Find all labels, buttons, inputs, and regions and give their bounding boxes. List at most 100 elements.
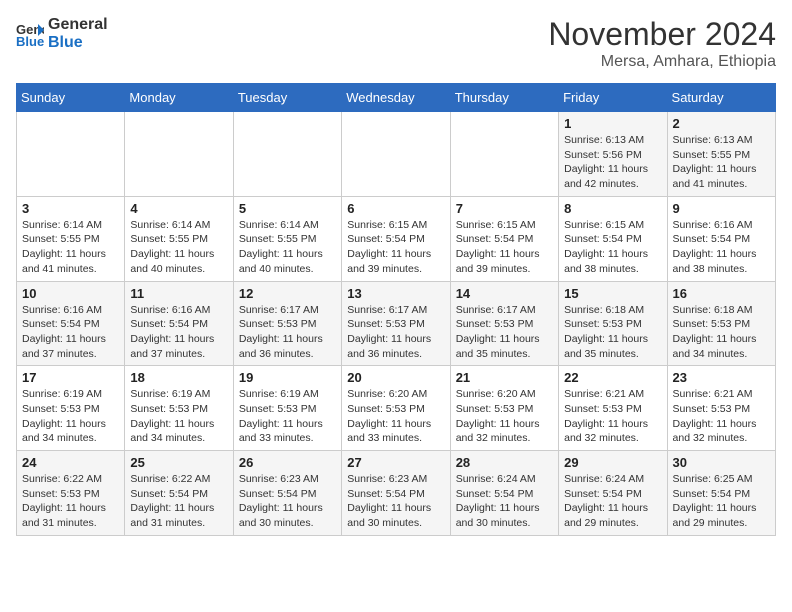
- day-info: Sunrise: 6:19 AM Sunset: 5:53 PM Dayligh…: [130, 387, 227, 446]
- calendar-cell: 2 Sunrise: 6:13 AM Sunset: 5:55 PM Daylig…: [667, 112, 775, 197]
- day-info: Sunrise: 6:16 AM Sunset: 5:54 PM Dayligh…: [130, 303, 227, 362]
- day-number: 16: [673, 286, 770, 301]
- day-info: Sunrise: 6:20 AM Sunset: 5:53 PM Dayligh…: [347, 387, 444, 446]
- calendar-cell: 28 Sunrise: 6:24 AM Sunset: 5:54 PM Dayli…: [450, 451, 558, 536]
- day-info: Sunrise: 6:19 AM Sunset: 5:53 PM Dayligh…: [239, 387, 336, 446]
- calendar-cell: 23 Sunrise: 6:21 AM Sunset: 5:53 PM Dayli…: [667, 366, 775, 451]
- day-info: Sunrise: 6:15 AM Sunset: 5:54 PM Dayligh…: [347, 218, 444, 277]
- day-number: 18: [130, 370, 227, 385]
- day-info: Sunrise: 6:24 AM Sunset: 5:54 PM Dayligh…: [564, 472, 661, 531]
- calendar-cell: 20 Sunrise: 6:20 AM Sunset: 5:53 PM Dayli…: [342, 366, 450, 451]
- day-info: Sunrise: 6:14 AM Sunset: 5:55 PM Dayligh…: [22, 218, 119, 277]
- calendar-cell: 10Sunrise: 6:16 AM Sunset: 5:54 PM Dayli…: [17, 281, 125, 366]
- day-info: Sunrise: 6:18 AM Sunset: 5:53 PM Dayligh…: [564, 303, 661, 362]
- logo: General Blue General Blue: [16, 16, 108, 51]
- day-number: 9: [673, 201, 770, 216]
- calendar-week-row: 24 Sunrise: 6:22 AM Sunset: 5:53 PM Dayli…: [17, 451, 776, 536]
- calendar-cell: 1 Sunrise: 6:13 AM Sunset: 5:56 PM Daylig…: [559, 112, 667, 197]
- calendar-cell: 9Sunrise: 6:16 AM Sunset: 5:54 PM Daylig…: [667, 196, 775, 281]
- calendar-cell: 19Sunrise: 6:19 AM Sunset: 5:53 PM Dayli…: [233, 366, 341, 451]
- day-number: 8: [564, 201, 661, 216]
- day-number: 27: [347, 455, 444, 470]
- day-info: Sunrise: 6:22 AM Sunset: 5:53 PM Dayligh…: [22, 472, 119, 531]
- day-info: Sunrise: 6:18 AM Sunset: 5:53 PM Dayligh…: [673, 303, 770, 362]
- day-info: Sunrise: 6:19 AM Sunset: 5:53 PM Dayligh…: [22, 387, 119, 446]
- day-number: 24: [22, 455, 119, 470]
- day-number: 5: [239, 201, 336, 216]
- day-number: 17: [22, 370, 119, 385]
- calendar-cell: 18 Sunrise: 6:19 AM Sunset: 5:53 PM Dayli…: [125, 366, 233, 451]
- day-number: 3: [22, 201, 119, 216]
- logo-text-general: General: [48, 16, 108, 34]
- header-day: Wednesday: [342, 84, 450, 112]
- day-number: 14: [456, 286, 553, 301]
- calendar-cell: 30Sunrise: 6:25 AM Sunset: 5:54 PM Dayli…: [667, 451, 775, 536]
- calendar-cell: 6 Sunrise: 6:15 AM Sunset: 5:54 PM Daylig…: [342, 196, 450, 281]
- calendar-cell: 29 Sunrise: 6:24 AM Sunset: 5:54 PM Dayli…: [559, 451, 667, 536]
- day-info: Sunrise: 6:14 AM Sunset: 5:55 PM Dayligh…: [130, 218, 227, 277]
- calendar-header: SundayMondayTuesdayWednesdayThursdayFrid…: [17, 84, 776, 112]
- calendar-cell: 17 Sunrise: 6:19 AM Sunset: 5:53 PM Dayli…: [17, 366, 125, 451]
- day-number: 13: [347, 286, 444, 301]
- day-number: 26: [239, 455, 336, 470]
- calendar-table: SundayMondayTuesdayWednesdayThursdayFrid…: [16, 83, 776, 536]
- header-row: SundayMondayTuesdayWednesdayThursdayFrid…: [17, 84, 776, 112]
- calendar-cell: [125, 112, 233, 197]
- calendar-cell: 11Sunrise: 6:16 AM Sunset: 5:54 PM Dayli…: [125, 281, 233, 366]
- day-info: Sunrise: 6:20 AM Sunset: 5:53 PM Dayligh…: [456, 387, 553, 446]
- day-info: Sunrise: 6:24 AM Sunset: 5:54 PM Dayligh…: [456, 472, 553, 531]
- day-info: Sunrise: 6:25 AM Sunset: 5:54 PM Dayligh…: [673, 472, 770, 531]
- day-number: 15: [564, 286, 661, 301]
- day-number: 25: [130, 455, 227, 470]
- calendar-cell: 13 Sunrise: 6:17 AM Sunset: 5:53 PM Dayli…: [342, 281, 450, 366]
- calendar-cell: 21Sunrise: 6:20 AM Sunset: 5:53 PM Dayli…: [450, 366, 558, 451]
- day-info: Sunrise: 6:13 AM Sunset: 5:56 PM Dayligh…: [564, 133, 661, 192]
- day-number: 12: [239, 286, 336, 301]
- day-number: 28: [456, 455, 553, 470]
- header-day: Sunday: [17, 84, 125, 112]
- header-day: Monday: [125, 84, 233, 112]
- day-info: Sunrise: 6:17 AM Sunset: 5:53 PM Dayligh…: [239, 303, 336, 362]
- calendar-cell: [342, 112, 450, 197]
- day-number: 4: [130, 201, 227, 216]
- header-day: Saturday: [667, 84, 775, 112]
- day-number: 7: [456, 201, 553, 216]
- month-title: November 2024: [548, 16, 776, 53]
- calendar-cell: 15 Sunrise: 6:18 AM Sunset: 5:53 PM Dayli…: [559, 281, 667, 366]
- header-day: Tuesday: [233, 84, 341, 112]
- day-info: Sunrise: 6:14 AM Sunset: 5:55 PM Dayligh…: [239, 218, 336, 277]
- day-number: 10: [22, 286, 119, 301]
- day-info: Sunrise: 6:13 AM Sunset: 5:55 PM Dayligh…: [673, 133, 770, 192]
- calendar-cell: 25Sunrise: 6:22 AM Sunset: 5:54 PM Dayli…: [125, 451, 233, 536]
- calendar-cell: 12 Sunrise: 6:17 AM Sunset: 5:53 PM Dayli…: [233, 281, 341, 366]
- location: Mersa, Amhara, Ethiopia: [548, 53, 776, 71]
- day-info: Sunrise: 6:23 AM Sunset: 5:54 PM Dayligh…: [347, 472, 444, 531]
- day-number: 29: [564, 455, 661, 470]
- calendar-cell: 8 Sunrise: 6:15 AM Sunset: 5:54 PM Daylig…: [559, 196, 667, 281]
- day-info: Sunrise: 6:21 AM Sunset: 5:53 PM Dayligh…: [673, 387, 770, 446]
- day-number: 22: [564, 370, 661, 385]
- day-number: 20: [347, 370, 444, 385]
- day-number: 2: [673, 116, 770, 131]
- calendar-week-row: 3 Sunrise: 6:14 AM Sunset: 5:55 PM Daylig…: [17, 196, 776, 281]
- calendar-week-row: 1 Sunrise: 6:13 AM Sunset: 5:56 PM Daylig…: [17, 112, 776, 197]
- day-info: Sunrise: 6:17 AM Sunset: 5:53 PM Dayligh…: [456, 303, 553, 362]
- day-number: 23: [673, 370, 770, 385]
- calendar-week-row: 10 Sunrise: 6:16 AM Sunset: 5:54 PM Dayli…: [17, 281, 776, 366]
- day-number: 6: [347, 201, 444, 216]
- header-day: Thursday: [450, 84, 558, 112]
- calendar-cell: [450, 112, 558, 197]
- calendar-cell: 3 Sunrise: 6:14 AM Sunset: 5:55 PM Daylig…: [17, 196, 125, 281]
- day-info: Sunrise: 6:17 AM Sunset: 5:53 PM Dayligh…: [347, 303, 444, 362]
- calendar-cell: 26 Sunrise: 6:23 AM Sunset: 5:54 PM Dayli…: [233, 451, 341, 536]
- day-info: Sunrise: 6:15 AM Sunset: 5:54 PM Dayligh…: [564, 218, 661, 277]
- calendar-body: 1 Sunrise: 6:13 AM Sunset: 5:56 PM Daylig…: [17, 112, 776, 536]
- day-number: 1: [564, 116, 661, 131]
- calendar-cell: [233, 112, 341, 197]
- page-header: General Blue General Blue November 2024 …: [16, 16, 776, 71]
- calendar-cell: 4 Sunrise: 6:14 AM Sunset: 5:55 PM Daylig…: [125, 196, 233, 281]
- calendar-cell: 7Sunrise: 6:15 AM Sunset: 5:54 PM Daylig…: [450, 196, 558, 281]
- calendar-cell: 24 Sunrise: 6:22 AM Sunset: 5:53 PM Dayli…: [17, 451, 125, 536]
- calendar-cell: 14 Sunrise: 6:17 AM Sunset: 5:53 PM Dayli…: [450, 281, 558, 366]
- day-info: Sunrise: 6:23 AM Sunset: 5:54 PM Dayligh…: [239, 472, 336, 531]
